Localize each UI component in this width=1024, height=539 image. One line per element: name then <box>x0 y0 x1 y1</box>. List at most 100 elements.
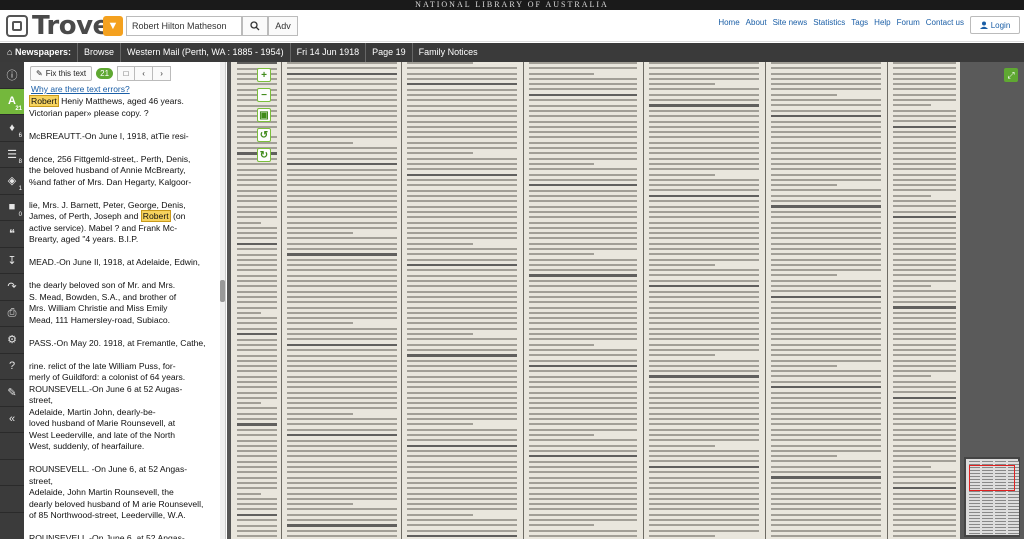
page-search-highlight[interactable] <box>429 68 461 74</box>
nav-forum[interactable]: Forum <box>897 18 920 27</box>
page-search-highlight[interactable] <box>441 158 471 164</box>
question-icon[interactable]: ? <box>0 354 24 380</box>
info-icon[interactable]: ⓘ <box>0 62 24 89</box>
nav-home[interactable]: Home <box>718 18 739 27</box>
filter-button[interactable]: ▼ <box>103 16 123 36</box>
ocr-line: ROUNSEVELL. -On June 6, at 52 Angas- <box>29 464 188 474</box>
panel-scroll-thumb[interactable] <box>220 280 225 302</box>
pencil-icon: ✎ <box>36 69 43 78</box>
settings-icon[interactable]: ⚙ <box>0 327 24 354</box>
correction-count: 21 <box>96 68 114 79</box>
nav-statistics[interactable]: Statistics <box>813 18 845 27</box>
ocr-line: MEAD.-On June Il, 1918, at Adelaide, Edw… <box>29 257 201 267</box>
ocr-line <box>29 453 219 465</box>
ocr-line <box>29 326 219 338</box>
nla-banner: NATIONAL LIBRARY OF AUSTRALIA <box>0 0 1024 10</box>
comment-icon[interactable]: ■ 0 <box>0 195 24 221</box>
merge-icon[interactable]: ◈ 1 <box>0 168 24 195</box>
breadcrumb-root[interactable]: ⌂ Newspapers: <box>4 43 77 62</box>
ocr-line: street, <box>29 395 53 405</box>
zoom-in-button[interactable]: + <box>257 68 271 82</box>
ocr-line: West, suddenly, of hearfailure. <box>29 441 145 451</box>
ocr-line: Mrs. William Christie and Miss Emily <box>29 303 168 313</box>
ocr-line: Adelaide, Martin John, dearly-be- <box>29 406 156 417</box>
next-button[interactable]: › <box>153 66 172 81</box>
trove-logo[interactable]: Trove <box>6 11 110 41</box>
page-viewer[interactable]: + − ▣ ↺ ↻ ⤢ <box>227 62 1024 539</box>
search-highlight[interactable]: Robert <box>29 95 59 107</box>
download-icon[interactable]: ↧ <box>0 248 24 274</box>
ocr-line <box>29 522 219 534</box>
page-minimap[interactable] <box>964 457 1020 537</box>
ocr-line: Victorian paper» please copy. ? <box>29 107 149 118</box>
document-button[interactable]: □ <box>117 66 136 81</box>
collapse-icon[interactable]: « <box>0 407 24 433</box>
ocr-line: active service). Mabel ? and Frank Mc- <box>29 222 178 233</box>
newspaper-page-image[interactable] <box>231 62 960 539</box>
why-text-errors-link[interactable]: Why are there text errors? <box>31 84 130 94</box>
page-column <box>771 62 881 539</box>
breadcrumb-browse[interactable]: Browse <box>76 43 120 62</box>
nav-help[interactable]: Help <box>874 18 890 27</box>
ocr-line <box>29 269 219 281</box>
fix-text-button[interactable]: ✎ Fix this text <box>30 66 93 81</box>
tag-icon[interactable]: ♦ 6 <box>0 115 24 142</box>
column-rule <box>643 62 644 539</box>
panel-toolbar: ✎ Fix this text 21 □ ‹ › <box>30 66 172 81</box>
breadcrumb-page[interactable]: Page 19 <box>365 43 412 62</box>
page-column <box>649 62 759 539</box>
ocr-line: S. Mead, Bowden, S.A., and brother of <box>29 291 177 302</box>
zoom-out-icon: − <box>261 89 267 101</box>
nav-about[interactable]: About <box>746 18 767 27</box>
cite-icon[interactable]: ❝ <box>0 221 24 248</box>
zoom-fit-button[interactable]: ▣ <box>257 108 271 122</box>
log-icon[interactable]: ✎ <box>0 380 24 407</box>
previous-button[interactable]: ‹ <box>135 66 154 81</box>
ocr-line: West Leederville, and late of the North <box>29 429 176 440</box>
page-search-highlight[interactable] <box>287 122 315 128</box>
advanced-search-button[interactable]: Adv <box>268 16 298 36</box>
page-column <box>529 62 637 539</box>
login-label: Login <box>990 20 1011 30</box>
search-button[interactable] <box>242 16 268 36</box>
breadcrumb-title[interactable]: Western Mail (Perth, WA : 1885 - 1954) <box>120 43 290 62</box>
nav-contact[interactable]: Contact us <box>926 18 964 27</box>
minimap-viewport[interactable] <box>969 465 1015 491</box>
search-icon <box>250 21 260 31</box>
nav-site-news[interactable]: Site news <box>773 18 808 27</box>
list-icon[interactable]: ☰ 8 <box>0 142 24 168</box>
column-rule <box>887 62 888 539</box>
page-search-highlight[interactable] <box>437 102 471 108</box>
ocr-line: James, of Perth, Joseph and Robert (on <box>29 210 186 222</box>
text-correct-icon[interactable]: A 21 <box>0 88 24 115</box>
zoom-fit-icon: ▣ <box>259 109 269 121</box>
ocr-line: loved husband of Marie Rounsevell, at <box>29 418 176 428</box>
ocr-line: dearly beloved husband of M arie Rounsev… <box>29 498 204 509</box>
column-rule <box>281 62 282 539</box>
chevron-right-icon: › <box>160 69 163 78</box>
ocr-line: McBREAUTT.-On June I, 1918, atTie resi- <box>29 130 189 141</box>
logo-text: Trove <box>32 11 110 41</box>
rotate-left-button[interactable]: ↺ <box>257 128 271 142</box>
ocr-line: Brearty, aged "4 years. B.I.P. <box>29 234 139 244</box>
rotate-right-icon: ↻ <box>259 149 269 161</box>
page-column <box>893 62 956 539</box>
ocr-line: street, <box>29 475 53 486</box>
login-button[interactable]: Login <box>970 16 1020 34</box>
fullscreen-button[interactable]: ⤢ <box>1004 68 1018 82</box>
page-search-highlight[interactable] <box>449 170 489 176</box>
ocr-line <box>29 142 219 154</box>
breadcrumb-date[interactable]: Fri 14 Jun 1918 <box>289 43 366 62</box>
print-icon[interactable]: ⎙ <box>0 301 24 327</box>
rotate-right-button[interactable]: ↻ <box>257 148 271 162</box>
ocr-line: the dearly beloved son of Mr. and Mrs. <box>29 280 176 290</box>
search-input[interactable] <box>126 16 242 36</box>
search-highlight[interactable]: Robert <box>140 210 171 222</box>
nav-tags[interactable]: Tags <box>851 18 868 27</box>
zoom-out-button[interactable]: − <box>257 88 271 102</box>
tool-rail: ⓘ A 21 ♦ 6 ☰ 8 ◈ 1 ■ 0 ❝ ↧ ↷ ⎙ ⚙ ? ✎ « <box>0 62 24 539</box>
ocr-line: ROUNSEVELL.-On June 6, at 52 Angas- <box>29 533 185 539</box>
ocr-line: PASS.-On May 20. 1918, at Fremantle, Cat… <box>29 337 206 348</box>
share-icon[interactable]: ↷ <box>0 274 24 301</box>
breadcrumb-article[interactable]: Family Notices <box>411 43 484 62</box>
